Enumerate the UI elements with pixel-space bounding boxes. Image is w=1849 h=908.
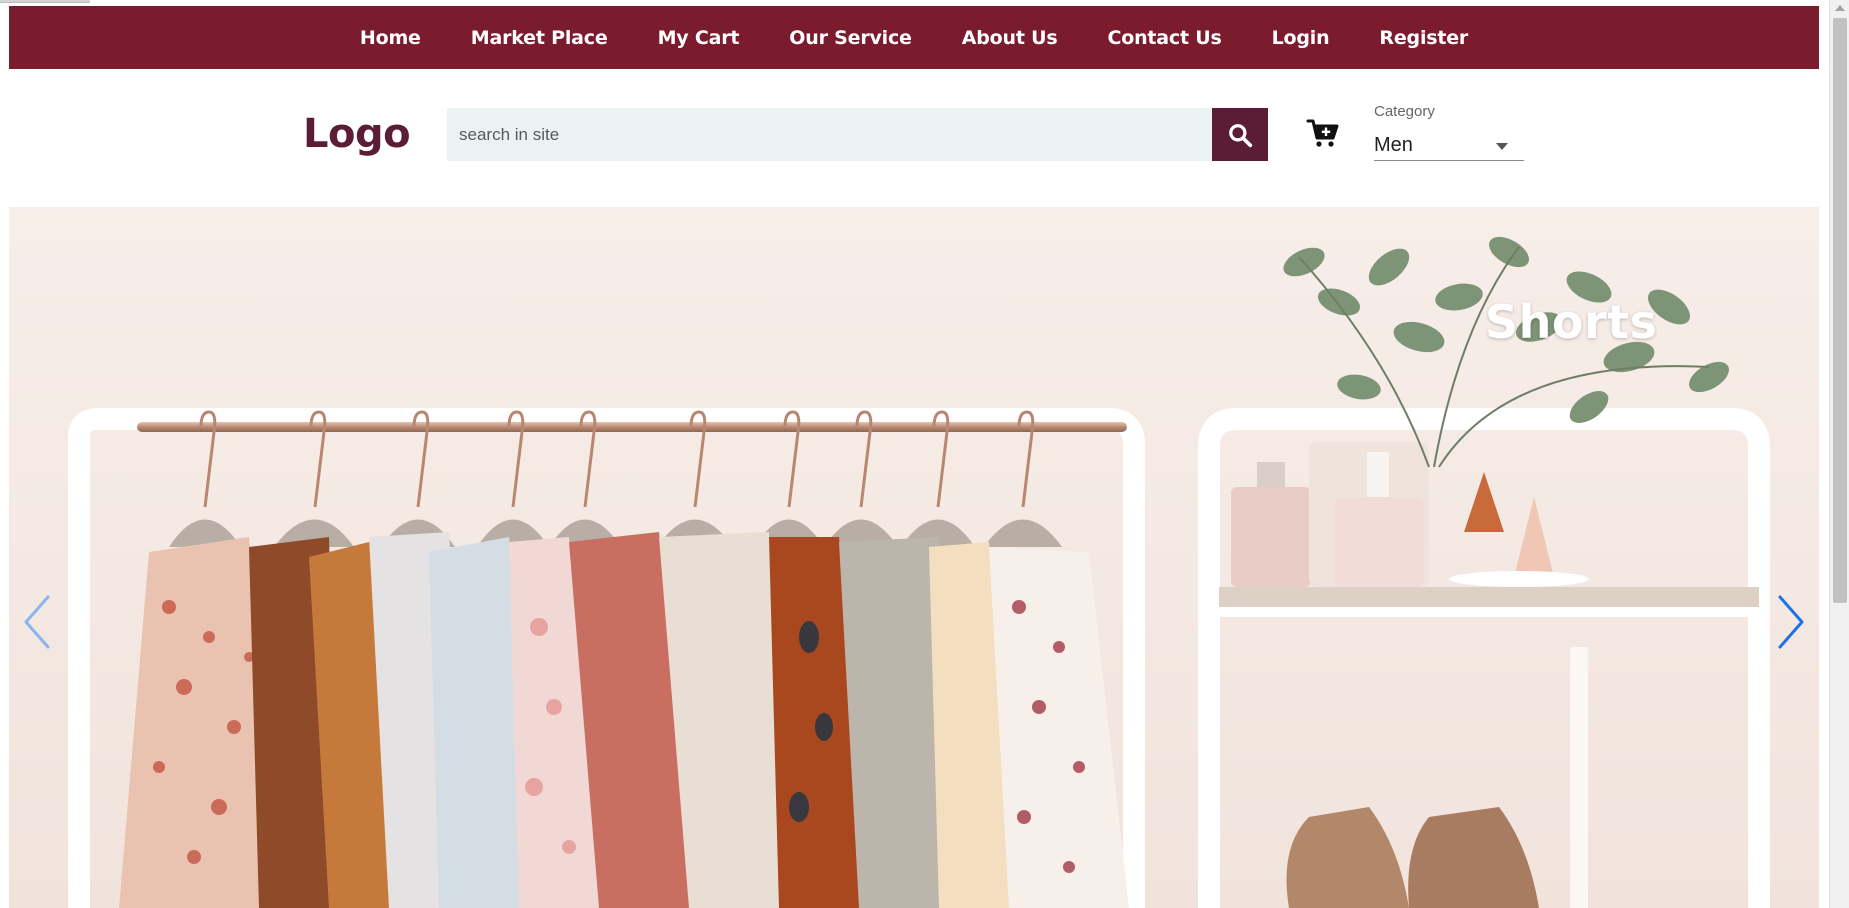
nav-about-us[interactable]: About Us: [962, 27, 1058, 49]
nav-contact-us[interactable]: Contact Us: [1107, 27, 1221, 49]
scroll-up-icon[interactable]: [1835, 5, 1845, 11]
top-navbar: Home Market Place My Cart Our Service Ab…: [9, 6, 1819, 69]
nav-my-cart[interactable]: My Cart: [658, 27, 740, 49]
search-button[interactable]: [1212, 108, 1268, 161]
site-logo[interactable]: Logo: [303, 111, 411, 157]
cart-button[interactable]: [1305, 115, 1341, 151]
search-input[interactable]: [447, 108, 1212, 161]
hero-carousel[interactable]: Shorts: [9, 207, 1819, 908]
nav-our-service[interactable]: Our Service: [789, 27, 912, 49]
nav-home[interactable]: Home: [360, 27, 421, 49]
carousel-next-button[interactable]: [1769, 587, 1813, 657]
cart-plus-icon: [1306, 119, 1339, 147]
search-icon: [1229, 123, 1253, 147]
category-select[interactable]: Men: [1374, 130, 1524, 161]
nav-list: Home Market Place My Cart Our Service Ab…: [335, 27, 1493, 49]
vertical-scrollbar[interactable]: [1829, 0, 1849, 908]
search-bar: [447, 108, 1268, 161]
category-field: Category Men: [1374, 103, 1524, 165]
nav-market-place[interactable]: Market Place: [471, 27, 608, 49]
category-label: Category: [1374, 103, 1435, 120]
chevron-left-icon: [24, 595, 50, 649]
scrollbar-thumb[interactable]: [1833, 18, 1847, 603]
browser-viewport: Home Market Place My Cart Our Service Ab…: [0, 0, 1849, 908]
chevron-down-icon: [1496, 143, 1508, 150]
chevron-right-icon: [1778, 595, 1804, 649]
category-selected-value: Men: [1374, 134, 1413, 156]
carousel-prev-button[interactable]: [15, 587, 59, 657]
slide-title: Shorts: [1485, 295, 1658, 349]
browser-tab-corner: [0, 0, 90, 3]
nav-register[interactable]: Register: [1379, 27, 1468, 49]
nav-login[interactable]: Login: [1272, 27, 1330, 49]
